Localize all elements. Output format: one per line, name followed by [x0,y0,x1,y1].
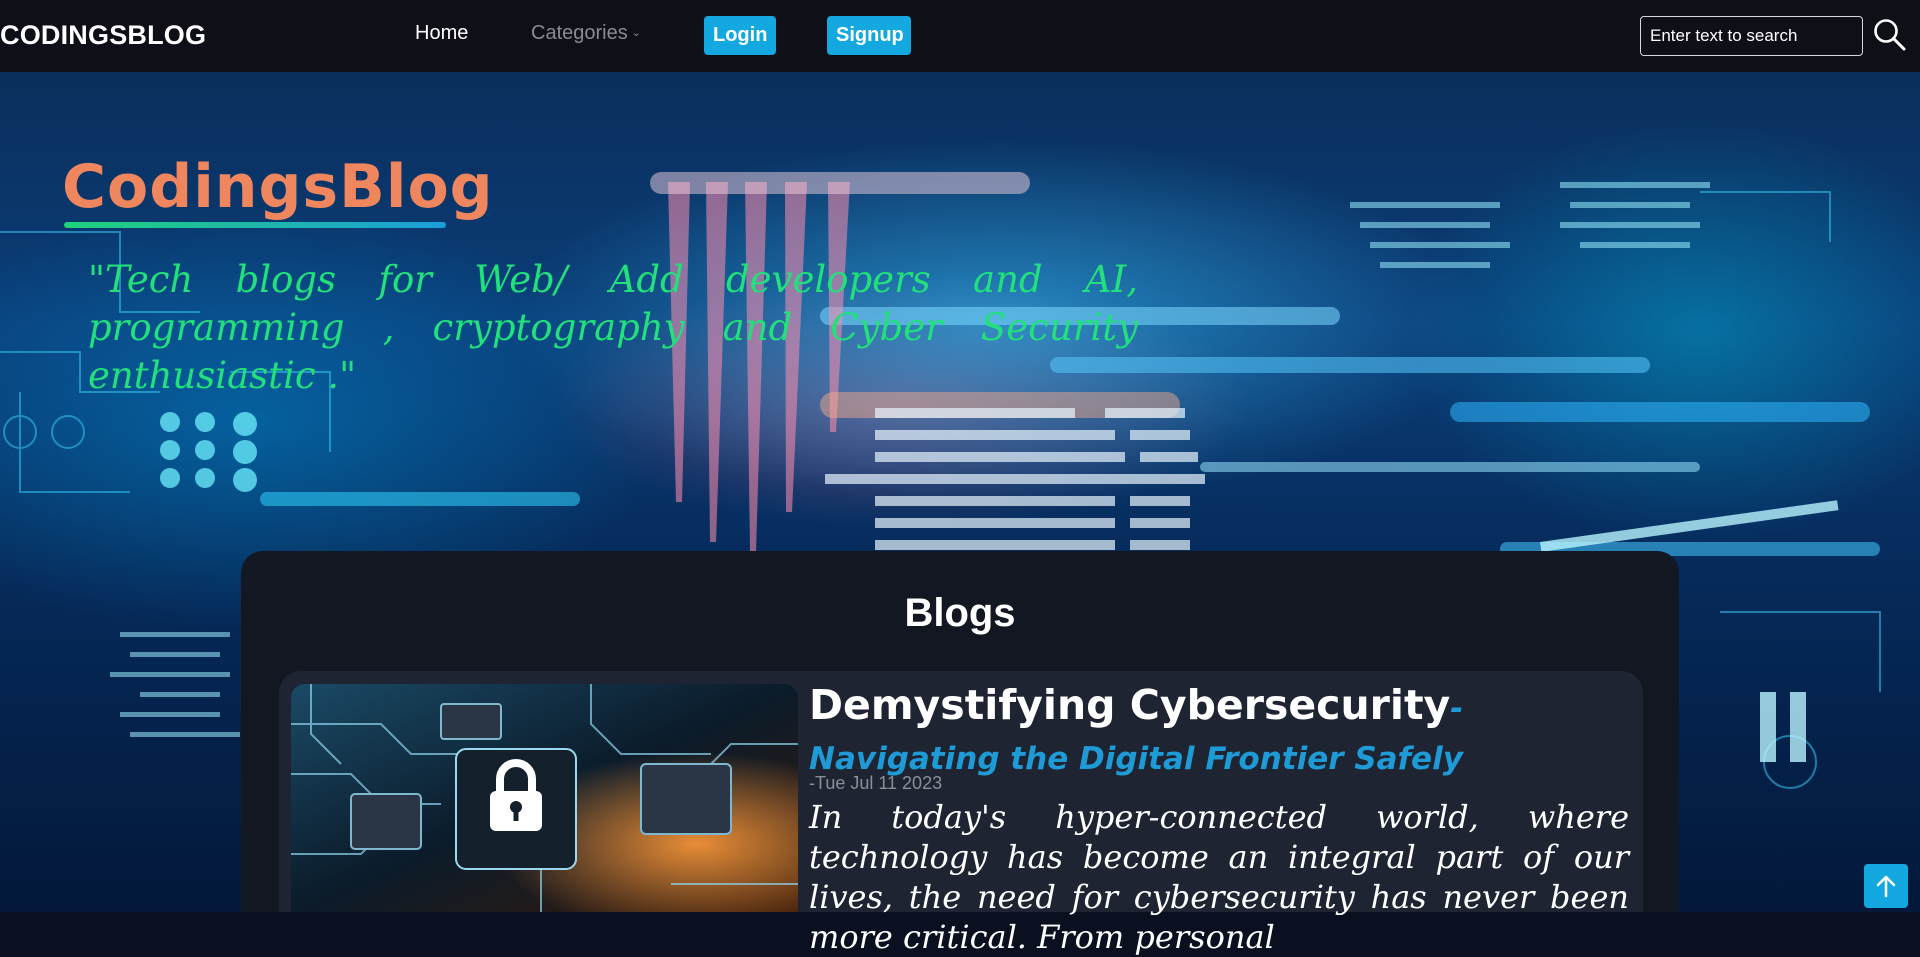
blog-card[interactable]: Demystifying Cybersecurity-Navigating th… [279,671,1643,956]
blog-date: -Tue Jul 11 2023 [809,773,943,793]
blog-excerpt: In today's hyper-connected world, where … [809,798,1629,956]
search-icon [1874,19,1906,51]
nav-categories-dropdown[interactable]: Categories ⌄ [531,22,641,45]
blog-thumbnail[interactable] [291,684,798,912]
hero-title: CodingsBlog [62,152,494,222]
blog-title[interactable]: Demystifying Cybersecurity-Navigating th… [809,683,1629,787]
nav-categories-label: Categories [531,22,628,44]
circuit-lock-image [291,684,798,912]
blogs-section: Blogs Demystifying Cybersecurity-Navigat… [241,551,1679,956]
brand-logo[interactable]: CODINGSBLOG [0,20,206,51]
navbar: CODINGSBLOG Home Categories ⌄ Login Signu… [0,0,1920,72]
hero-tagline: "Tech blogs for Web/ Add developers and … [88,258,1138,397]
scroll-to-top-button[interactable] [1864,864,1908,908]
hero-title-underline [64,222,446,228]
signup-button[interactable]: Signup [827,16,911,55]
blogs-heading: Blogs [904,591,1016,635]
search-button[interactable] [1872,17,1908,53]
chevron-down-icon: ⌄ [631,27,641,39]
blog-title-main: Demystifying Cybersecurity [809,681,1451,729]
login-button[interactable]: Login [704,16,776,55]
search-input[interactable] [1640,16,1863,56]
lock-icon [455,748,577,870]
nav-home-link[interactable]: Home [415,22,468,45]
arrow-up-icon [1876,875,1896,898]
